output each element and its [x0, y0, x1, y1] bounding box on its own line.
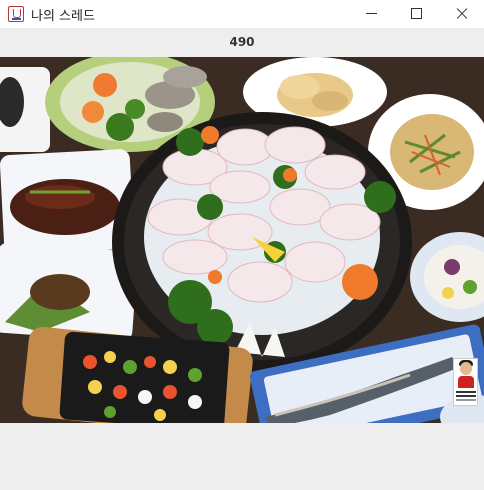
close-button[interactable] [440, 0, 484, 28]
counter-label: 490 [0, 28, 484, 57]
java-app-icon [8, 6, 24, 22]
avatar-body-shape [458, 376, 474, 388]
avatar-caption-lines [456, 391, 476, 393]
content-panel: 490 [0, 28, 484, 490]
avatar-head-shape [460, 362, 472, 375]
app-window: 나의 스레드 490 [0, 0, 484, 490]
minimize-button[interactable] [348, 0, 392, 28]
food-photo [0, 57, 484, 423]
empty-panel-area [0, 423, 484, 490]
maximize-button[interactable] [394, 0, 438, 28]
food-photo-drawing [0, 57, 484, 423]
profile-avatar [453, 358, 478, 406]
window-title: 나의 스레드 [31, 9, 95, 24]
title-bar[interactable]: 나의 스레드 [0, 0, 484, 28]
